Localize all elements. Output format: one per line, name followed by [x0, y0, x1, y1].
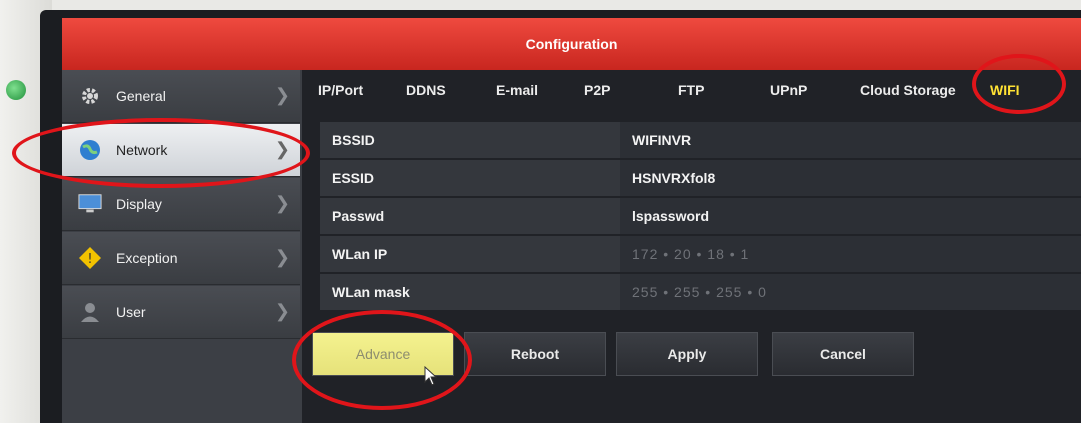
tab-wifi[interactable]: WIFI: [990, 82, 1020, 98]
tab-cloud-storage[interactable]: Cloud Storage: [860, 82, 956, 98]
mouse-cursor-icon: [424, 366, 438, 386]
globe-icon: [78, 138, 102, 162]
warning-icon: !: [78, 246, 102, 270]
tab-ddns[interactable]: DDNS: [406, 82, 446, 98]
sidebar-item-label: Network: [116, 142, 168, 158]
form-row-wlan-mask: WLan mask 255 • 255 • 255 • 0: [320, 274, 1081, 312]
user-icon: [78, 300, 102, 324]
svg-text:!: !: [87, 252, 92, 267]
sidebar-item-label: General: [116, 88, 166, 104]
reboot-button[interactable]: Reboot: [464, 332, 606, 376]
tab-bar: IP/Port DDNS E-mail P2P FTP UPnP Cloud S…: [302, 70, 1081, 114]
field-label: WLan IP: [332, 246, 388, 262]
chevron-right-icon: ❯: [274, 301, 290, 321]
content-panel: IP/Port DDNS E-mail P2P FTP UPnP Cloud S…: [302, 70, 1081, 423]
wlan-ip-field: 172 • 20 • 18 • 1: [620, 236, 1081, 272]
chevron-right-icon: ❯: [274, 193, 290, 213]
tab-email[interactable]: E-mail: [496, 82, 538, 98]
cancel-button-label: Cancel: [820, 346, 866, 362]
monitor-icon: [78, 192, 102, 216]
tab-ip-port[interactable]: IP/Port: [318, 82, 363, 98]
sidebar: General ❯ Network ❯ Display ❯ ! Exceptio…: [62, 70, 302, 423]
sidebar-item-label: Exception: [116, 250, 178, 266]
password-field[interactable]: lspassword: [620, 198, 1081, 234]
chevron-right-icon: ❯: [274, 247, 290, 267]
essid-field[interactable]: HSNVRXfol8: [620, 160, 1081, 196]
sidebar-item-label: User: [116, 304, 146, 320]
chevron-right-icon: ❯: [274, 139, 290, 159]
tab-p2p[interactable]: P2P: [584, 82, 610, 98]
form-row-passwd: Passwd lspassword: [320, 198, 1081, 236]
apply-button[interactable]: Apply: [616, 332, 758, 376]
power-led-icon: [6, 80, 26, 100]
cancel-button[interactable]: Cancel: [772, 332, 914, 376]
sidebar-item-network[interactable]: Network ❯: [62, 124, 300, 177]
field-label: BSSID: [332, 132, 375, 148]
chevron-right-icon: ❯: [274, 85, 290, 105]
bssid-field[interactable]: WIFINVR: [620, 122, 1081, 158]
sidebar-item-user[interactable]: User ❯: [62, 286, 300, 339]
field-label: WLan mask: [332, 284, 410, 300]
form-row-bssid: BSSID WIFINVR: [320, 122, 1081, 160]
sidebar-item-label: Display: [116, 196, 162, 212]
sidebar-item-general[interactable]: General ❯: [62, 70, 300, 123]
sidebar-item-display[interactable]: Display ❯: [62, 178, 300, 231]
field-label: Passwd: [332, 208, 385, 224]
window-title: Configuration: [525, 36, 618, 52]
gear-icon: [78, 84, 102, 108]
sidebar-item-exception[interactable]: ! Exception ❯: [62, 232, 300, 285]
field-label: ESSID: [332, 170, 375, 186]
form-row-essid: ESSID HSNVRXfol8: [320, 160, 1081, 198]
form-row-wlan-ip: WLan IP 172 • 20 • 18 • 1: [320, 236, 1081, 274]
advance-button-label: Advance: [355, 346, 411, 362]
tab-ftp[interactable]: FTP: [678, 82, 704, 98]
apply-button-label: Apply: [667, 346, 707, 362]
window-title-bar: Configuration: [62, 18, 1081, 70]
wlan-mask-field: 255 • 255 • 255 • 0: [620, 274, 1081, 310]
reboot-button-label: Reboot: [510, 346, 560, 362]
tab-upnp[interactable]: UPnP: [770, 82, 807, 98]
